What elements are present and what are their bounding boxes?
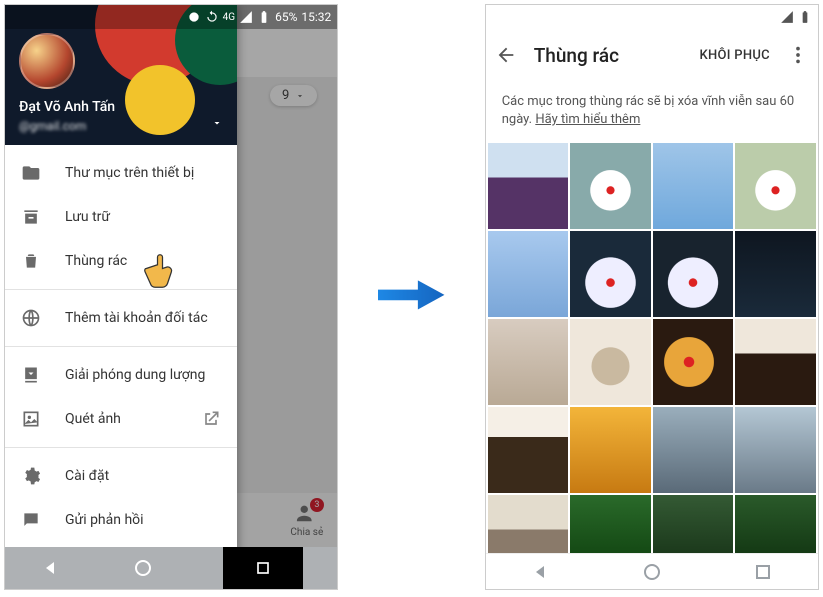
battery-icon: [257, 10, 271, 24]
account-email: @gmail.com: [19, 119, 86, 133]
photo-thumbnail[interactable]: [735, 495, 816, 553]
menu-label: Thư mục trên thiết bị: [65, 165, 194, 181]
menu-label: Giải phóng dung lượng: [65, 367, 205, 383]
signal-icon: [239, 10, 253, 24]
phone-left: 9 3 Chia sẻ 4G 65% 15:32: [4, 4, 338, 590]
system-navbar: [5, 547, 337, 589]
menu-archive[interactable]: Lưu trữ: [5, 195, 237, 239]
menu-label: Lưu trữ: [65, 209, 110, 225]
nav-recents-button[interactable]: [223, 547, 303, 589]
nav-home-button[interactable]: [131, 556, 155, 580]
avatar[interactable]: [19, 33, 75, 89]
menu-trash[interactable]: Thùng rác: [5, 239, 237, 283]
menu-feedback[interactable]: Gửi phản hồi: [5, 498, 237, 542]
globe-icon: [21, 308, 41, 328]
photo-thumbnail[interactable]: [653, 143, 734, 229]
photo-thumbnail[interactable]: [653, 495, 734, 553]
trash-icon: [21, 251, 41, 271]
menu-free-up-space[interactable]: Giải phóng dung lượng: [5, 353, 237, 397]
photo-thumbnail[interactable]: [570, 319, 651, 405]
sync-icon: [205, 10, 219, 24]
overflow-menu-button[interactable]: [786, 43, 810, 67]
nav-back-button[interactable]: [39, 556, 63, 580]
divider: [5, 289, 237, 290]
restore-button[interactable]: KHÔI PHỤC: [699, 48, 770, 63]
learn-more-link[interactable]: Hãy tìm hiểu thêm: [535, 112, 640, 127]
photo-thumbnail[interactable]: [488, 495, 569, 553]
page-title: Thùng rác: [534, 44, 684, 67]
photo-thumbnail[interactable]: [735, 231, 816, 317]
photo-thumbnail[interactable]: [488, 407, 569, 493]
scan-icon: [21, 409, 41, 429]
nav-back-button[interactable]: [529, 560, 553, 584]
back-button[interactable]: [494, 43, 518, 67]
menu-label: Gửi phản hồi: [65, 512, 144, 528]
system-navbar: [486, 553, 818, 589]
divider: [5, 346, 237, 347]
menu-label: Thêm tài khoản đối tác: [65, 310, 208, 326]
gear-icon: [21, 466, 41, 486]
photo-thumbnail[interactable]: [488, 231, 569, 317]
nav-home-button[interactable]: [640, 560, 664, 584]
tutorial-pointer-icon: [140, 251, 180, 291]
info-banner: Các mục trong thùng rác sẽ bị xóa vĩnh v…: [486, 81, 818, 143]
signal-icon: [780, 10, 794, 24]
drawer-list: Thư mục trên thiết bị Lưu trữ Thùng rác …: [5, 145, 237, 589]
photo-thumbnail[interactable]: [570, 143, 651, 229]
account-name: Đạt Võ Anh Tấn: [19, 99, 115, 115]
statusbar: 4G 65% 15:32: [5, 5, 337, 29]
photo-thumbnail[interactable]: [653, 231, 734, 317]
app-toolbar: Thùng rác KHÔI PHỤC: [486, 29, 818, 81]
folder-icon: [21, 163, 41, 183]
menu-settings[interactable]: Cài đặt: [5, 454, 237, 498]
photo-thumbnail[interactable]: [488, 319, 569, 405]
account-caret-icon[interactable]: [211, 117, 223, 129]
phone-right: Thùng rác KHÔI PHỤC Các mục trong thùng …: [485, 4, 819, 590]
archive-icon: [21, 207, 41, 227]
menu-label: Thùng rác: [65, 253, 127, 269]
statusbar: [486, 5, 818, 29]
battery-icon: [798, 10, 812, 24]
nav-recents-button[interactable]: [751, 560, 775, 584]
flow-arrow-icon: [378, 275, 444, 319]
photo-thumbnail[interactable]: [653, 407, 734, 493]
alarm-icon: [187, 10, 201, 24]
photo-thumbnail[interactable]: [735, 143, 816, 229]
battery-percent: 65%: [275, 10, 297, 24]
photo-thumbnail[interactable]: [570, 495, 651, 553]
photo-thumbnail[interactable]: [653, 319, 734, 405]
menu-label: Quét ảnh: [65, 411, 121, 427]
nav-drawer: Đạt Võ Anh Tấn @gmail.com Thư mục trên t…: [5, 5, 237, 589]
open-external-icon: [201, 409, 221, 429]
network-type-label: 4G: [223, 12, 235, 23]
trash-photo-grid: [486, 143, 818, 553]
divider: [5, 447, 237, 448]
photo-thumbnail[interactable]: [735, 319, 816, 405]
menu-scan-photos[interactable]: Quét ảnh: [5, 397, 237, 441]
menu-partner-account[interactable]: Thêm tài khoản đối tác: [5, 296, 237, 340]
menu-label: Cài đặt: [65, 468, 109, 484]
photo-thumbnail[interactable]: [735, 407, 816, 493]
photo-thumbnail[interactable]: [488, 143, 569, 229]
photo-thumbnail[interactable]: [570, 231, 651, 317]
photo-thumbnail[interactable]: [570, 407, 651, 493]
clock-label: 15:32: [301, 10, 331, 24]
feedback-icon: [21, 510, 41, 530]
free-space-icon: [21, 365, 41, 385]
menu-device-folders[interactable]: Thư mục trên thiết bị: [5, 151, 237, 195]
